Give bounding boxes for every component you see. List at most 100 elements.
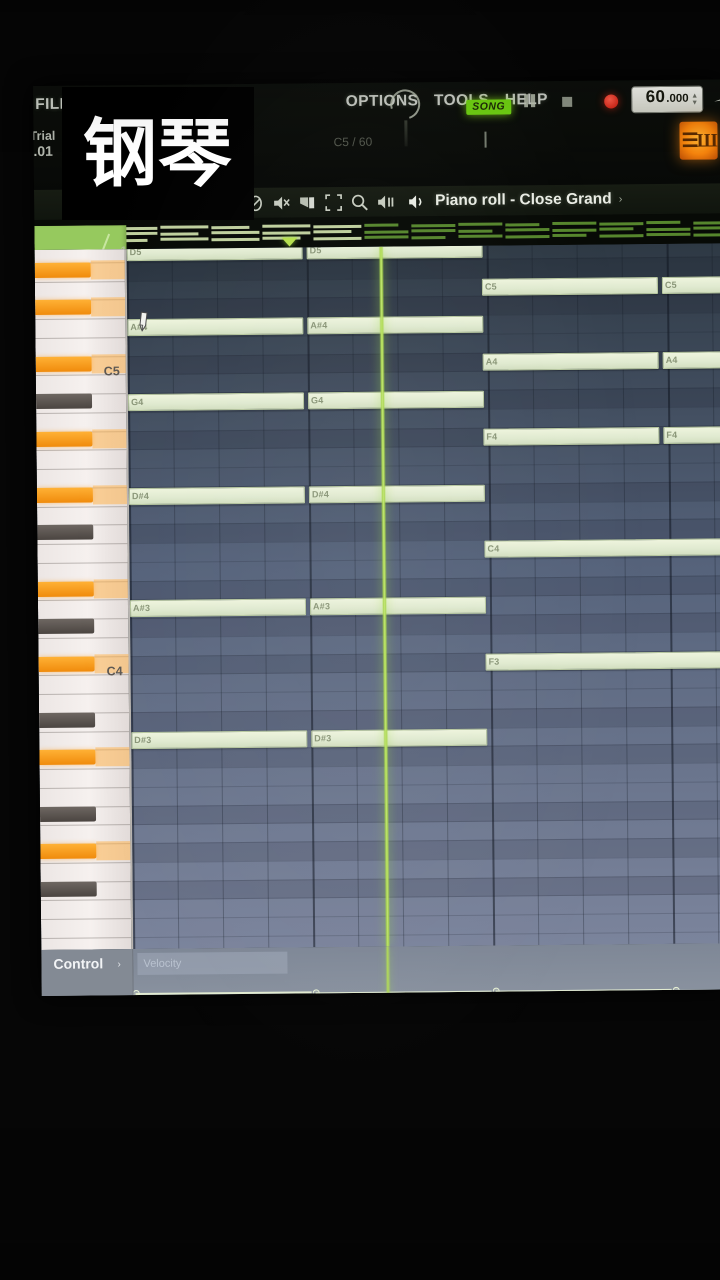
control-label: Control [53,955,104,972]
piano-key-divider [34,281,127,283]
note-name-label: C5 [484,281,497,292]
piano-key-black-active[interactable] [37,581,94,597]
piano-key-black[interactable] [39,712,96,728]
overview-note-block [646,220,681,225]
piano-roll-note[interactable]: D#3 [311,728,488,748]
overview-note-block [211,230,260,235]
note-name-label: F3 [488,656,500,667]
piano-roll-body: C5 C4 D5 D5 C5 C5 A#4 A#4 A4 A4 G4 G4 F4 F4 D#4 D#4 C4 A… [34,243,720,950]
velocity-handle[interactable] [312,988,320,996]
pause-button[interactable] [524,94,536,108]
velocity-stem[interactable] [675,989,679,996]
piano-key-highlight [92,429,129,449]
mute-notes-icon[interactable] [273,194,290,211]
note-name-label: A#4 [310,320,328,331]
overview-note-block [646,227,691,232]
record-button[interactable] [604,94,619,109]
piano-roll-note[interactable]: C4 [484,537,720,558]
piano-roll-note[interactable]: A#3 [309,596,487,616]
piano-key-black-active[interactable] [36,487,94,503]
piano-roll-note[interactable]: D#3 [131,730,308,750]
piano-key-black[interactable] [39,806,97,822]
piano-key-black-active[interactable] [35,356,92,372]
tempo-spinner-icon[interactable]: ▲ ▼ [691,93,698,107]
channel-speaker-icon[interactable] [408,193,425,210]
overview-note-block [552,233,587,238]
piano-key-black[interactable] [37,524,94,540]
piano-roll-note[interactable]: G4 [307,390,485,410]
velocity-handle[interactable] [672,986,680,994]
piano-keyboard[interactable]: C5 C4 [34,249,134,950]
piano-key-divider [37,543,130,545]
control-arrow-icon[interactable]: › [117,959,120,970]
velocity-level-line[interactable] [675,989,720,992]
tempo-display[interactable]: 60.000 ▲ ▼ [631,85,704,114]
overview-note-block [505,223,540,227]
overview-playhead-marker[interactable] [281,237,298,247]
piano-key-divider [36,449,129,451]
pattern-selector[interactable] [484,131,487,148]
piano-key-black[interactable] [40,881,97,897]
piano-roll-note[interactable]: A#3 [129,598,307,618]
piano-roll-note[interactable]: A4 [662,350,720,369]
piano-roll-menu-arrow[interactable]: › [619,193,623,205]
control-pane-header[interactable]: Control › [41,949,135,996]
overview-note-block [599,222,644,226]
piano-roll-note[interactable]: F4 [663,425,720,444]
note-name-label: F4 [486,431,498,442]
piano-key-black-active[interactable] [38,656,95,672]
piano-roll-note[interactable]: G4 [127,392,305,412]
piano-key-divider [35,337,128,339]
overview-note-block [552,228,597,233]
master-pitch-slider[interactable] [404,120,408,147]
velocity-handle[interactable] [492,987,500,995]
piano-key-divider [36,412,129,414]
note-name-label: D#3 [314,733,332,744]
piano-key-divider [38,637,131,639]
piano-roll-toolbar[interactable] [247,193,394,211]
piano-key-black[interactable] [38,618,95,634]
piano-key-divider [37,506,130,508]
piano-roll-note[interactable]: F4 [483,427,660,446]
velocity-level-line[interactable] [135,991,312,996]
overview-note-block [458,222,503,226]
channel-plugin-icon[interactable]: ☰Ш [679,121,718,160]
control-selector[interactable]: Velocity [137,951,288,976]
piano-key-black[interactable] [35,393,93,409]
fit-to-screen-icon[interactable] [325,193,343,211]
master-volume-knob[interactable] [384,84,426,125]
piano-key-highlight [93,579,130,599]
velocity-handle[interactable] [133,990,140,996]
piano-key-divider [37,599,130,601]
piano-key-divider [39,787,132,789]
piano-key-black-active[interactable] [34,262,91,278]
velocity-level-line[interactable] [495,989,672,993]
piano-roll-note[interactable]: D#4 [308,484,486,504]
piano-key-divider [39,768,132,770]
piano-key-divider [37,562,130,564]
stop-button[interactable] [562,96,573,107]
velocity-level-line[interactable] [315,990,492,994]
piano-roll-note[interactable]: F3 [485,650,720,671]
metronome-icon[interactable] [712,87,720,111]
piano-key-black-active[interactable] [40,843,97,859]
piano-roll-note[interactable]: D#4 [128,486,306,506]
velocity-editor[interactable]: Velocity [133,943,720,996]
piano-roll-note[interactable]: A4 [482,352,659,371]
song-mode-button[interactable]: SONG [466,99,512,115]
chord-stamp-icon[interactable] [299,194,316,211]
piano-roll-note[interactable]: C5 [481,277,659,296]
note-name-label: C5 [664,279,677,290]
note-grid[interactable]: D5 D5 C5 C5 A#4 A#4 A4 A4 G4 G4 F4 F4 D#4 D#4 C4 A#3 A#3… [126,243,720,950]
overview-note-block [693,233,720,237]
piano-key-black-active[interactable] [36,431,93,447]
piano-key-black-active[interactable] [39,749,96,765]
piano-key-black-active[interactable] [35,299,92,315]
piano-roll-note[interactable]: C5 [661,275,720,294]
preview-speaker-icon[interactable] [377,193,394,210]
zoom-magnifier-icon[interactable] [351,193,368,211]
overview-note-block [364,230,409,234]
overview-note-block [505,235,550,239]
piano-key-divider [40,862,133,864]
piano-roll-note[interactable]: A#4 [307,315,484,335]
